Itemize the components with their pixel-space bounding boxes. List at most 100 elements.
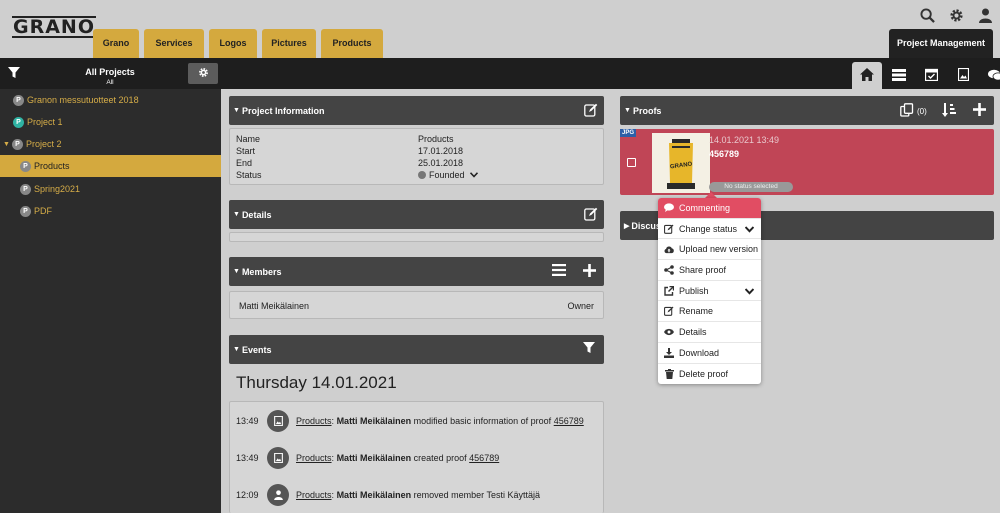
menu-item-upload-new-version[interactable]: Upload new version: [658, 239, 761, 261]
tab-server[interactable]: [884, 62, 914, 89]
sort-icon[interactable]: [942, 103, 956, 117]
project-badge: P: [20, 183, 31, 195]
event-user: Matti Meikälainen: [336, 453, 412, 463]
add-proof-icon[interactable]: [973, 103, 986, 116]
edit-icon[interactable]: [584, 103, 598, 117]
project-badge: P: [11, 138, 23, 150]
menu-item-label: Commenting: [679, 202, 731, 213]
project-settings-button[interactable]: [188, 63, 218, 84]
sidebar-item-pdf[interactable]: P PDF: [0, 200, 221, 222]
chevron-down-icon: [744, 287, 755, 297]
sidebar-item-products[interactable]: P Products: [0, 155, 221, 177]
sidebar-item-project-2[interactable]: ▼ P Project 2: [0, 133, 221, 155]
external-link-icon: [664, 285, 674, 296]
search-icon[interactable]: [919, 7, 935, 23]
gear-icon[interactable]: [948, 7, 964, 23]
proof-status-badge[interactable]: No status selected: [709, 182, 793, 192]
compare-proofs-button[interactable]: (0): [900, 103, 927, 119]
menu-item-change-status[interactable]: Change status: [658, 219, 761, 240]
filter-icon[interactable]: [8, 67, 20, 81]
comment-icon: [664, 203, 674, 213]
details-header[interactable]: ▼ Details: [229, 200, 604, 229]
event-separator: :: [331, 416, 335, 426]
event-text: removed member Testi Käyttäjä: [413, 490, 540, 500]
status-dropdown[interactable]: Founded: [418, 170, 479, 180]
project-information-body: Name Products Start 17.01.2018 End 25.01…: [229, 128, 604, 185]
sidebar-item-label: Spring2021: [34, 184, 81, 194]
proof-card[interactable]: JPG GRANO 14.01.2021 13:49 456789 No sta…: [620, 129, 994, 195]
gear-icon: [198, 67, 209, 80]
sidebar-item-project-1[interactable]: P Project 1: [0, 111, 221, 133]
menu-item-rename[interactable]: Rename: [658, 301, 761, 323]
project-sidebar: P Granon messutuotteet 2018 P Project 1 …: [0, 89, 221, 513]
eye-icon: [664, 327, 674, 337]
event-proof-link[interactable]: 456789: [469, 453, 499, 463]
info-label-name: Name: [236, 134, 261, 144]
copy-icon: [900, 103, 914, 119]
edit-icon: [664, 306, 674, 317]
proof-thumbnail[interactable]: GRANO: [652, 133, 710, 193]
menu-item-commenting[interactable]: Commenting: [658, 198, 761, 219]
sidebar-item-spring2021[interactable]: P Spring2021: [0, 178, 221, 200]
project-badge: P: [20, 160, 31, 172]
download-icon: [664, 347, 674, 358]
event-separator: :: [331, 453, 335, 463]
panel-title: Members: [241, 266, 282, 277]
header-tools: [919, 7, 993, 23]
tab-products[interactable]: Products: [321, 29, 383, 58]
filter-icon[interactable]: [583, 342, 595, 354]
event-project-link[interactable]: Products: [296, 416, 332, 426]
tab-grano[interactable]: Grano: [93, 29, 139, 58]
tab-services[interactable]: Services: [144, 29, 204, 58]
tab-pictures[interactable]: Pictures: [262, 29, 316, 58]
event-project-link[interactable]: Products: [296, 453, 332, 463]
event-time: 12:09: [236, 490, 259, 500]
menu-item-details[interactable]: Details: [658, 322, 761, 343]
panel-title: Proofs: [632, 105, 662, 116]
tab-images[interactable]: [948, 62, 978, 89]
sidebar-item-granon-messutuotteet[interactable]: P Granon messutuotteet 2018: [0, 89, 221, 111]
tab-calendar[interactable]: [916, 62, 946, 89]
chevron-down-icon: [469, 170, 479, 180]
all-projects-selector[interactable]: All Projects All: [60, 68, 160, 87]
menu-item-share-proof[interactable]: Share proof: [658, 260, 761, 281]
edit-icon[interactable]: [584, 207, 598, 221]
tab-logos[interactable]: Logos: [209, 29, 257, 58]
list-icon[interactable]: [552, 264, 566, 276]
menu-item-label: Upload new version: [679, 244, 759, 255]
sidebar-item-label: Project 2: [25, 139, 62, 149]
tab-comments[interactable]: [980, 62, 1000, 89]
info-label-start: Start: [236, 146, 256, 156]
event-user: Matti Meikälainen: [336, 416, 412, 426]
proof-checkbox[interactable]: [627, 158, 636, 167]
add-member-icon[interactable]: [583, 264, 596, 277]
events-date-heading: Thursday 14.01.2021: [236, 373, 397, 392]
sidebar-item-label: PDF: [34, 206, 52, 216]
chevron-down-icon: [744, 225, 755, 235]
top-tabs: Grano Services Logos Pictures Products: [93, 29, 383, 58]
chevron-down-icon[interactable]: ▼: [3, 141, 10, 148]
menu-item-publish[interactable]: Publish: [658, 281, 761, 302]
events-header[interactable]: ▼ Events: [229, 335, 604, 364]
share-icon: [664, 265, 674, 275]
tab-home[interactable]: [852, 62, 882, 89]
user-icon[interactable]: [977, 7, 993, 23]
edit-icon: [664, 224, 674, 234]
proofs-header[interactable]: ▼ Proofs (0): [620, 96, 994, 125]
grano-logo[interactable]: GRANO: [12, 16, 96, 38]
members-header[interactable]: ▼ Members: [229, 257, 604, 286]
top-header: GRANO Grano Services Logos Pictures Prod…: [0, 0, 1000, 58]
info-label-end: End: [236, 158, 253, 168]
menu-item-delete-proof[interactable]: Delete proof: [658, 364, 761, 385]
caret-down-icon: ▼: [233, 346, 240, 353]
event-row: 12:09 Products: Matti Meikälainen remove…: [236, 484, 540, 506]
caret-down-icon: ▼: [233, 268, 240, 275]
event-proof-link[interactable]: 456789: [554, 416, 584, 426]
project-information-header[interactable]: ▼ Project Information: [229, 96, 604, 125]
info-value-end: 25.01.2018: [418, 158, 464, 168]
menu-item-download[interactable]: Download: [658, 343, 761, 364]
details-body: [229, 232, 604, 242]
tab-project-management[interactable]: Project Management: [889, 29, 993, 58]
event-project-link[interactable]: Products: [296, 490, 332, 500]
home-icon: [860, 68, 874, 83]
